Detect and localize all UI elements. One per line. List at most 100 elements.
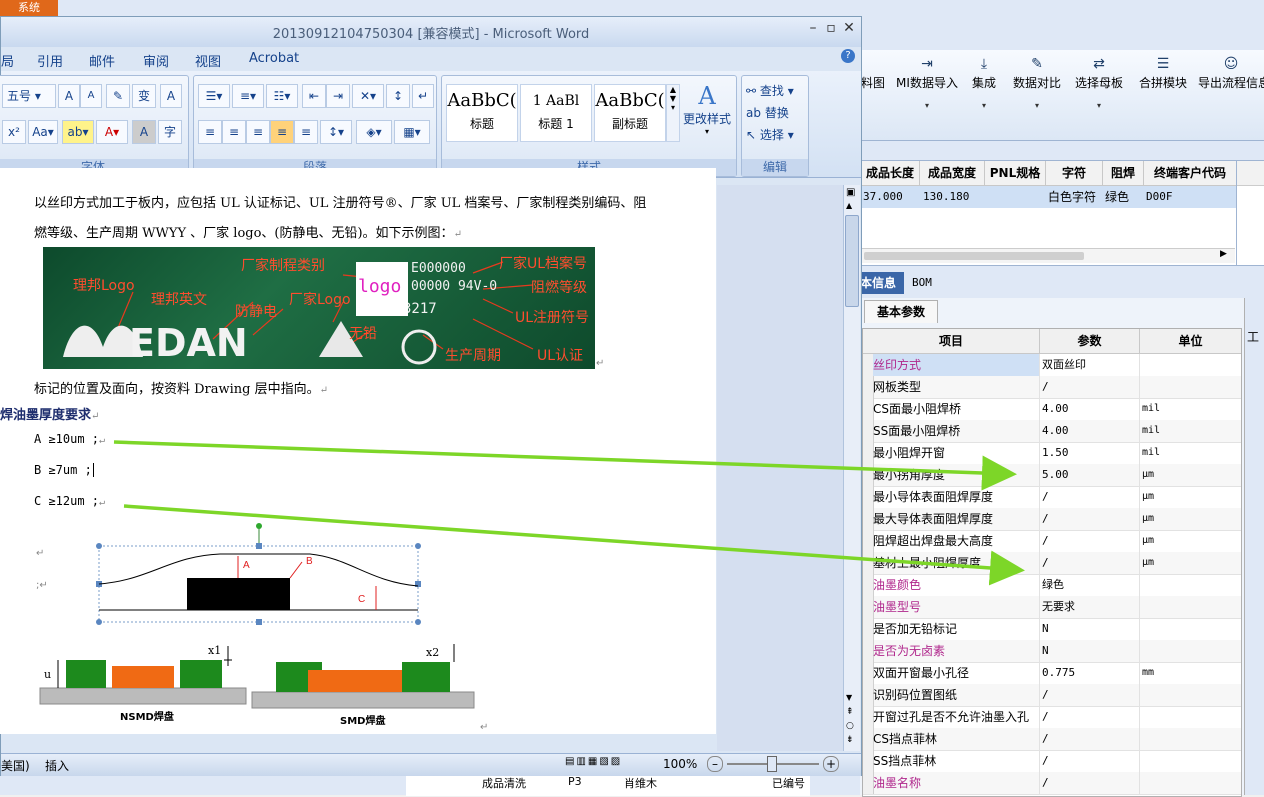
- param-value[interactable]: 1.50: [1039, 442, 1142, 464]
- font-size-select[interactable]: 五号 ▾: [2, 84, 56, 108]
- insert-mode-status[interactable]: 插入: [45, 757, 69, 774]
- help-icon[interactable]: ?: [841, 49, 855, 63]
- param-value[interactable]: 绿色: [1039, 574, 1142, 596]
- browse-object-icon[interactable]: ○: [846, 721, 854, 731]
- tab-references[interactable]: 引用: [37, 51, 63, 70]
- align-center-icon[interactable]: ≡: [222, 120, 246, 144]
- param-value[interactable]: /: [1039, 552, 1142, 574]
- toolbar-export-button[interactable]: ☺ 导出流程信息: [1198, 56, 1264, 91]
- param-value[interactable]: 0.775: [1039, 662, 1142, 684]
- language-status[interactable]: 美国): [1, 757, 30, 774]
- tab-bom[interactable]: BOM: [912, 276, 932, 289]
- toolbar-select-board-button[interactable]: ⇄ 选择母板 ▾: [1072, 56, 1126, 110]
- work-tab[interactable]: 工: [1247, 328, 1259, 345]
- zoom-slider-thumb[interactable]: [767, 756, 777, 772]
- distribute-icon[interactable]: ≡: [294, 120, 318, 144]
- table-row[interactable]: 最小导体表面阻焊厚度 / μm: [863, 486, 1241, 509]
- close-icon[interactable]: ✕: [841, 20, 857, 36]
- char-border-icon[interactable]: A: [160, 84, 182, 108]
- param-value[interactable]: 4.00: [1039, 398, 1142, 420]
- param-value[interactable]: /: [1039, 684, 1142, 706]
- superscript-icon[interactable]: x²: [2, 120, 26, 144]
- font-color-icon[interactable]: A▾: [96, 120, 128, 144]
- system-tab[interactable]: 系统: [0, 0, 58, 16]
- param-value[interactable]: N: [1039, 640, 1142, 662]
- table-row[interactable]: 基材上最小阻焊厚度 / μm: [863, 552, 1241, 575]
- param-header-value[interactable]: 参数: [1040, 329, 1140, 354]
- scroll-down-icon[interactable]: ▼: [846, 693, 852, 702]
- align-left-icon[interactable]: ≡: [198, 120, 222, 144]
- increase-indent-icon[interactable]: ⇥: [326, 84, 350, 108]
- table-row[interactable]: CS面最小阻焊桥 4.00 mil: [863, 398, 1241, 421]
- next-page-icon[interactable]: ⇟: [846, 735, 854, 745]
- table-row[interactable]: SS挡点菲林 /: [863, 750, 1241, 773]
- grid-header[interactable]: 终端客户代码: [1144, 161, 1237, 186]
- param-value[interactable]: /: [1039, 706, 1142, 728]
- param-value[interactable]: 5.00: [1039, 464, 1142, 486]
- param-value[interactable]: /: [1039, 728, 1142, 750]
- table-row[interactable]: 最小拐角厚度 5.00 μm: [863, 464, 1241, 487]
- param-header-unit[interactable]: 单位: [1140, 329, 1241, 354]
- change-case-icon[interactable]: Aa▾: [28, 120, 58, 144]
- show-marks-icon[interactable]: ↵: [412, 84, 434, 108]
- tab-acrobat[interactable]: Acrobat: [249, 51, 299, 66]
- toolbar-chart-button[interactable]: 料图: [858, 56, 888, 91]
- style-subtitle[interactable]: AaBbC(副标题: [594, 84, 666, 142]
- tab-mailings[interactable]: 邮件: [89, 51, 115, 70]
- change-styles-button[interactable]: A 更改样式 ▾: [680, 82, 734, 136]
- toolbar-integrate-button[interactable]: ⤓ 集成 ▾: [966, 56, 1002, 110]
- enclose-char-icon[interactable]: 字: [158, 120, 182, 144]
- param-value[interactable]: 4.00: [1039, 420, 1142, 442]
- zoom-level[interactable]: 100%: [663, 757, 697, 771]
- grid-header[interactable]: 字符: [1046, 161, 1103, 186]
- table-row[interactable]: 油墨名称 /: [863, 772, 1241, 795]
- param-header-item[interactable]: 项目: [863, 329, 1040, 354]
- param-value[interactable]: 无要求: [1039, 596, 1142, 618]
- ruler-toggle-icon[interactable]: ▣: [846, 187, 855, 198]
- scroll-thumb[interactable]: [864, 252, 1084, 260]
- styles-scroll[interactable]: ▲ ▼ ▾: [666, 84, 680, 142]
- multilevel-list-icon[interactable]: ☷▾: [266, 84, 298, 108]
- view-buttons[interactable]: ▤▥▦▧▨: [565, 756, 655, 772]
- grid-header[interactable]: PNL规格: [985, 161, 1046, 186]
- tab-basic-params[interactable]: 基本参数: [864, 300, 938, 323]
- grid-header[interactable]: 阻焊: [1103, 161, 1144, 186]
- table-row[interactable]: 开窗过孔是否不允许油墨入孔 /: [863, 706, 1241, 729]
- justify-icon[interactable]: ≡: [270, 120, 294, 144]
- toolbar-merge-button[interactable]: ☰ 合拼模块: [1136, 56, 1190, 91]
- shrink-font-icon[interactable]: A: [80, 84, 102, 108]
- table-row[interactable]: SS面最小阻焊桥 4.00 mil: [863, 420, 1241, 443]
- shading-icon[interactable]: ◈▾: [356, 120, 392, 144]
- table-row[interactable]: 双面开窗最小孔径 0.775 mm: [863, 662, 1241, 685]
- solder-mask-diagram[interactable]: A B C: [90, 522, 430, 628]
- param-value[interactable]: /: [1039, 772, 1142, 794]
- vertical-scrollbar[interactable]: ▣ ▲ ▼ ⇞ ○ ⇟: [843, 185, 860, 751]
- replace-button[interactable]: ab 替换: [746, 104, 789, 121]
- table-row[interactable]: 识别码位置图纸 /: [863, 684, 1241, 707]
- table-row[interactable]: 油墨颜色 绿色: [863, 574, 1241, 597]
- restore-icon[interactable]: ▫: [823, 20, 839, 36]
- scroll-thumb[interactable]: [845, 215, 859, 307]
- scroll-up-icon[interactable]: ▲: [846, 201, 852, 210]
- bullets-icon[interactable]: ☰▾: [198, 84, 230, 108]
- horizontal-scrollbar[interactable]: ▶: [860, 248, 1235, 263]
- line-spacing-icon[interactable]: ↕▾: [320, 120, 352, 144]
- numbering-icon[interactable]: ≡▾: [232, 84, 264, 108]
- table-row[interactable]: 最小阻焊开窗 1.50 mil: [863, 442, 1241, 465]
- param-value[interactable]: /: [1039, 376, 1142, 398]
- select-button[interactable]: ↖ 选择 ▾: [746, 126, 794, 143]
- borders-icon[interactable]: ▦▾: [394, 120, 430, 144]
- minimize-icon[interactable]: –: [805, 20, 821, 36]
- align-right-icon[interactable]: ≡: [246, 120, 270, 144]
- param-value[interactable]: N: [1039, 618, 1142, 640]
- find-button[interactable]: ⚯ 查找 ▾: [746, 82, 794, 99]
- clear-format-icon[interactable]: ✎: [106, 84, 130, 108]
- decrease-indent-icon[interactable]: ⇤: [302, 84, 326, 108]
- grid-header[interactable]: 成品长度: [861, 161, 920, 186]
- style-heading-1[interactable]: 1 AaBl 标题 1: [520, 84, 592, 142]
- tab-view[interactable]: 视图: [195, 51, 221, 70]
- zoom-out-icon[interactable]: –: [707, 756, 723, 772]
- table-row[interactable]: 是否加无铅标记 N: [863, 618, 1241, 641]
- table-row[interactable]: 丝印方式 双面丝印: [863, 354, 1241, 377]
- char-scaling-icon[interactable]: ✕▾: [352, 84, 384, 108]
